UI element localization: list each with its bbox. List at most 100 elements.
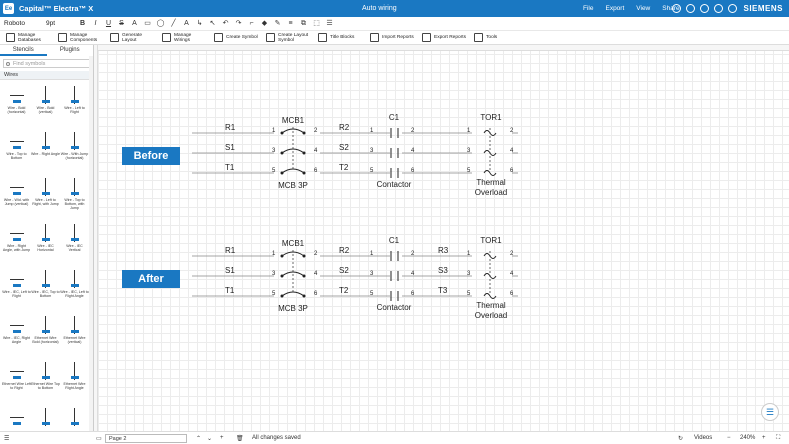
- create-symbol-button[interactable]: Create Symbol: [214, 32, 260, 44]
- tor-caption: Thermal: [476, 301, 506, 310]
- line-icon[interactable]: ╱: [169, 19, 178, 28]
- mcb-switch: [281, 168, 305, 174]
- stencil-item[interactable]: Wire - Left to Right: [60, 84, 89, 130]
- stencil-item[interactable]: Ethernet Wire (vertical): [60, 314, 89, 360]
- title-blocks-button[interactable]: Title Blocks: [318, 32, 364, 44]
- export-reports-button[interactable]: Export Reports: [422, 32, 468, 44]
- page-up-icon[interactable]: ⌃: [196, 435, 201, 442]
- stencil-item[interactable]: Wire - IEC, Top to Bottom: [31, 268, 60, 314]
- wire-symbol-icon: [39, 86, 53, 104]
- drawing-canvas[interactable]: Before After R1 R2 1 2 1 2 1 2 S1 S2 3 4 3 4 3 4 T1 T2 5 6 5…: [98, 45, 789, 431]
- refresh-icon[interactable]: ↻: [678, 435, 683, 442]
- stencil-item[interactable]: Wire - With Jump (horizontal): [60, 130, 89, 176]
- wire-symbol-icon: [68, 86, 82, 104]
- mcb-pin: 4: [314, 271, 318, 277]
- notifications-icon[interactable]: [700, 4, 709, 13]
- stencil-item[interactable]: Wire - Left to Right, with Jump: [31, 176, 60, 222]
- wire-symbol-icon: [39, 408, 53, 426]
- import-reports-button[interactable]: Import Reports: [370, 32, 416, 44]
- menu-icon[interactable]: ☰: [4, 435, 9, 442]
- page-select[interactable]: Page 2: [105, 434, 187, 443]
- apps-icon[interactable]: [728, 4, 737, 13]
- page-down-icon[interactable]: ⌄: [207, 435, 212, 442]
- menu-export[interactable]: Export: [605, 5, 624, 12]
- align-icon[interactable]: ☰: [325, 19, 334, 28]
- fit-page-icon[interactable]: ⛶: [776, 435, 780, 442]
- arrange-icon[interactable]: ⧉: [299, 19, 308, 28]
- fill-icon[interactable]: ◆: [260, 19, 269, 28]
- pointer-icon[interactable]: ↖: [208, 19, 217, 28]
- manage-wirings-button[interactable]: Manage Wirings: [162, 32, 208, 44]
- zoom-in-icon[interactable]: +: [762, 435, 766, 441]
- stencil-item[interactable]: Ethernet Wire Bold (horizontal): [31, 314, 60, 360]
- stencil-label: Wire - Bold (vertical): [36, 106, 55, 114]
- text-tool-icon[interactable]: A: [182, 19, 191, 28]
- user-icon[interactable]: [714, 4, 723, 13]
- stencil-item[interactable]: Wire - Right Angle: [31, 130, 60, 176]
- tor-caption: Overload: [475, 311, 507, 320]
- stencil-item[interactable]: Wire - IEC Vertical: [60, 222, 89, 268]
- underline-icon[interactable]: U: [104, 19, 113, 28]
- wire-symbol-icon: [9, 362, 24, 380]
- redo-icon[interactable]: ↷: [234, 19, 243, 28]
- connector-icon[interactable]: ↳: [195, 19, 204, 28]
- stencil-item[interactable]: Wire - Top to Bottom: [2, 130, 31, 176]
- stencil-item[interactable]: Wire - Bold (vertical): [31, 84, 60, 130]
- italic-icon[interactable]: I: [91, 19, 100, 28]
- rectangle-icon[interactable]: ▭: [143, 19, 152, 28]
- undo-icon[interactable]: ↶: [221, 19, 230, 28]
- help-icon[interactable]: [672, 4, 681, 13]
- wirings-icon: [162, 33, 171, 42]
- wire-symbol-icon: [9, 224, 24, 242]
- videos-select[interactable]: Videos: [694, 435, 712, 441]
- menu-file[interactable]: File: [583, 5, 593, 12]
- wire-symbol-icon: [68, 270, 82, 288]
- stencil-item[interactable]: Ethernet Wire Right Angle: [60, 360, 89, 406]
- properties-fab-button[interactable]: ☰: [761, 403, 779, 421]
- mid-label: R2: [339, 123, 350, 132]
- stencil-item[interactable]: Wire - Top to Bottom, with Jump: [60, 176, 89, 222]
- output-label: T3: [438, 286, 448, 295]
- settings-icon[interactable]: [686, 4, 695, 13]
- horizontal-ruler: [98, 45, 789, 51]
- delete-page-icon[interactable]: 🗑: [236, 435, 244, 442]
- wire-symbol-icon: [39, 224, 53, 242]
- stencil-item[interactable]: Wire - Right Angle, with Jump: [2, 222, 31, 268]
- tab-stencils[interactable]: Stencils: [0, 45, 47, 56]
- document-title[interactable]: Auto wiring: [362, 5, 397, 12]
- zoom-out-icon[interactable]: −: [727, 435, 731, 441]
- tab-plugins[interactable]: Plugins: [47, 45, 94, 56]
- menu-view[interactable]: View: [636, 5, 650, 12]
- add-page-icon[interactable]: +: [220, 435, 224, 441]
- symbol-search-input[interactable]: Find symbols: [3, 59, 90, 68]
- generate-layout-button[interactable]: Generate Layout: [110, 32, 156, 44]
- section-wires[interactable]: Wires: [0, 71, 93, 80]
- bold-icon[interactable]: B: [78, 19, 87, 28]
- stencil-item[interactable]: Wire - Bold (horizontal): [2, 84, 31, 130]
- line-style-icon[interactable]: ≡: [286, 19, 295, 28]
- manage-components-button[interactable]: Manage Components: [58, 32, 104, 44]
- panel-scrollbar[interactable]: [89, 56, 93, 436]
- font-select[interactable]: Roboto: [4, 20, 46, 27]
- group-icon[interactable]: ⬚: [312, 19, 321, 28]
- ellipse-icon[interactable]: ◯: [156, 19, 165, 28]
- line-color-icon[interactable]: ✎: [273, 19, 282, 28]
- stencil-item[interactable]: Wire - Wid. with Jump (vertical): [2, 176, 31, 222]
- zoom-level[interactable]: 240%: [740, 435, 755, 441]
- panel-tabs: Stencils Plugins: [0, 45, 93, 56]
- manage-databases-button[interactable]: Manage Databases: [6, 32, 52, 44]
- symbol-icon: [214, 33, 223, 42]
- font-color-icon[interactable]: A: [130, 19, 139, 28]
- strikethrough-icon[interactable]: S: [117, 19, 126, 28]
- format-painter-icon[interactable]: ⌐: [247, 19, 256, 28]
- stencil-item[interactable]: Wire - IEC, Left to Right Angle: [60, 268, 89, 314]
- stencil-item[interactable]: Ethernet Wire Left to Right: [2, 360, 31, 406]
- create-layout-symbol-button[interactable]: Create Layout Symbol: [266, 32, 312, 44]
- stencil-item[interactable]: Wire - IEC, Right Angle: [2, 314, 31, 360]
- stencil-item[interactable]: Wire - IEC, Left to Right: [2, 268, 31, 314]
- stencil-item[interactable]: Wire - IEC Horizontal: [31, 222, 60, 268]
- tor-heater: [483, 170, 497, 176]
- font-size-select[interactable]: 9pt: [46, 20, 76, 27]
- tools-button[interactable]: Tools: [474, 32, 520, 44]
- stencil-item[interactable]: Ethernet Wire Top to Bottom: [31, 360, 60, 406]
